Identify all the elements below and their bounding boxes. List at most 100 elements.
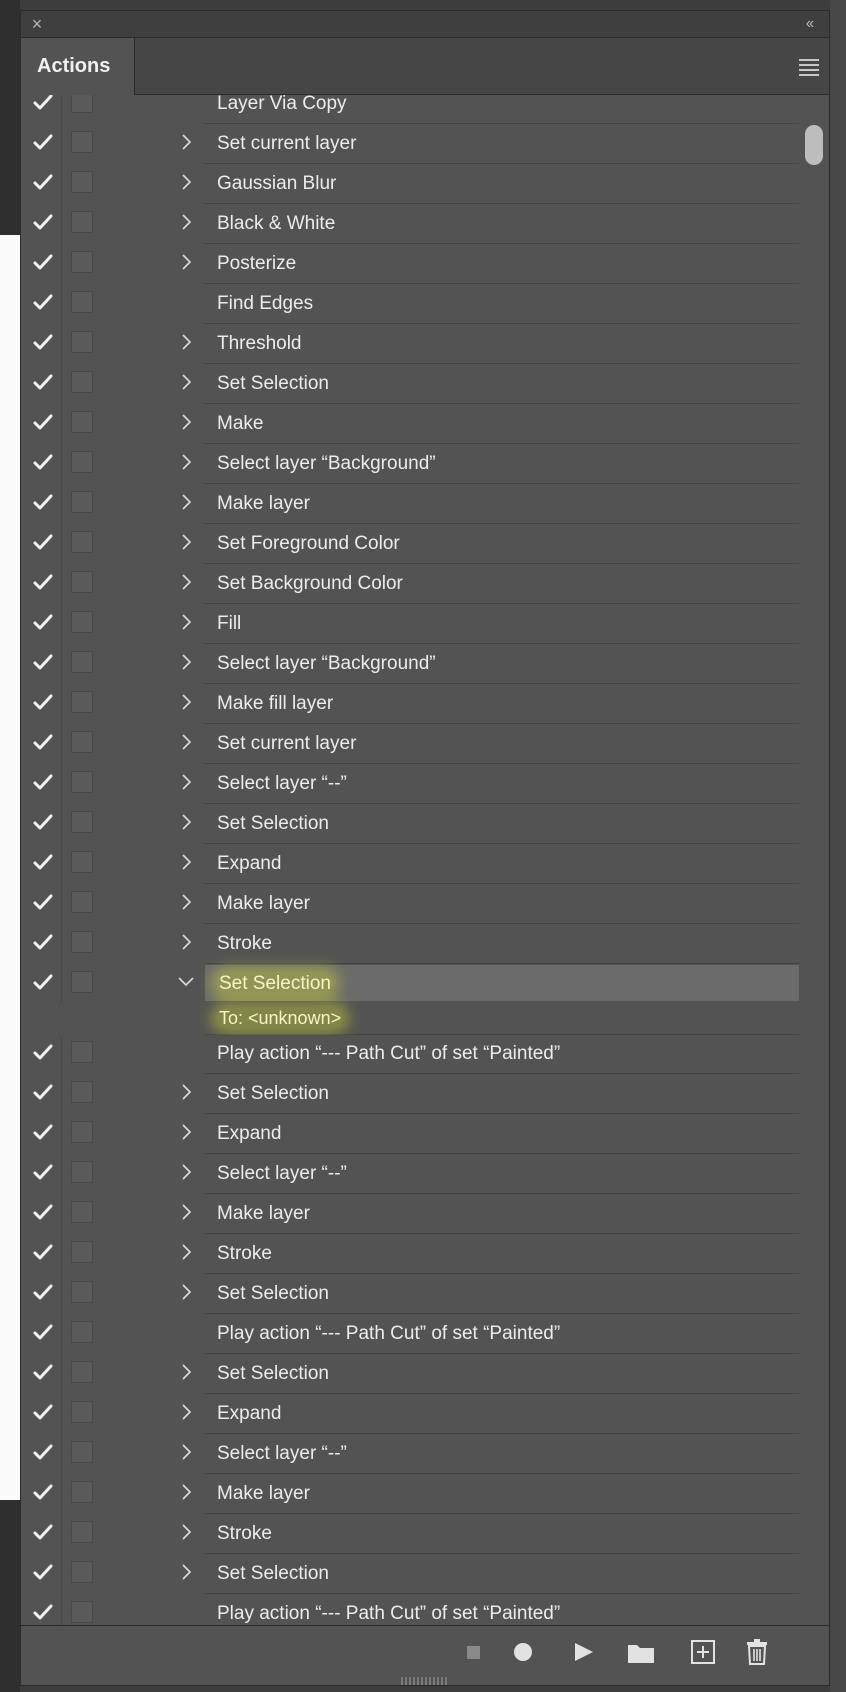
toggle-dialog-checkbox[interactable] [71, 1041, 93, 1063]
action-step-row[interactable]: Set Background Color [21, 565, 801, 605]
toggle-step-check-icon[interactable] [31, 850, 55, 874]
chevron-right-icon[interactable] [178, 1363, 194, 1381]
action-step-label[interactable]: Make layer [205, 485, 799, 524]
toggle-step-check-icon[interactable] [31, 1320, 55, 1344]
action-step-label[interactable]: Select layer “--” [205, 1435, 799, 1474]
action-step-label[interactable]: Select layer “Background” [205, 645, 799, 684]
record-icon[interactable] [509, 1638, 537, 1666]
chevron-right-icon[interactable] [178, 213, 194, 231]
action-step-row[interactable]: Select layer “Background” [21, 445, 801, 485]
action-step-row[interactable]: Set current layer [21, 725, 801, 765]
collapse-panel-icon[interactable]: ‹‹ [797, 14, 821, 34]
chevron-right-icon[interactable] [178, 1563, 194, 1581]
action-step-row[interactable]: Set Selection [21, 805, 801, 845]
toggle-dialog-checkbox[interactable] [71, 331, 93, 353]
toggle-step-check-icon[interactable] [31, 1360, 55, 1384]
toggle-step-check-icon[interactable] [31, 1560, 55, 1584]
action-step-row[interactable]: Set Selection [21, 1355, 801, 1395]
toggle-step-check-icon[interactable] [31, 490, 55, 514]
toggle-dialog-checkbox[interactable] [71, 691, 93, 713]
toggle-dialog-checkbox[interactable] [71, 1601, 93, 1623]
chevron-right-icon[interactable] [178, 893, 194, 911]
panel-menu-icon[interactable] [797, 54, 821, 78]
action-step-label[interactable]: Find Edges [205, 285, 799, 324]
action-step-label[interactable]: Select layer “Background” [205, 445, 799, 484]
toggle-step-check-icon[interactable] [31, 210, 55, 234]
action-step-row[interactable]: Select layer “--” [21, 1155, 801, 1195]
action-step-label[interactable]: Set Selection [205, 1075, 799, 1114]
scrollbar[interactable] [799, 95, 829, 1625]
stop-icon[interactable] [459, 1638, 487, 1666]
close-icon[interactable]: × [27, 14, 47, 34]
scroll-thumb[interactable] [805, 125, 823, 165]
toggle-step-check-icon[interactable] [31, 330, 55, 354]
chevron-right-icon[interactable] [178, 1403, 194, 1421]
toggle-dialog-checkbox[interactable] [71, 811, 93, 833]
panel-titlebar[interactable]: × ‹‹ [21, 11, 829, 38]
toggle-dialog-checkbox[interactable] [71, 891, 93, 913]
action-step-row[interactable]: Select layer “--” [21, 765, 801, 805]
toggle-step-check-icon[interactable] [31, 770, 55, 794]
toggle-step-check-icon[interactable] [31, 1040, 55, 1064]
chevron-right-icon[interactable] [178, 653, 194, 671]
action-step-row[interactable]: Make layer [21, 885, 801, 925]
chevron-right-icon[interactable] [178, 573, 194, 591]
toggle-dialog-checkbox[interactable] [71, 1481, 93, 1503]
toggle-step-check-icon[interactable] [31, 970, 55, 994]
chevron-right-icon[interactable] [178, 493, 194, 511]
toggle-dialog-checkbox[interactable] [71, 411, 93, 433]
toggle-step-check-icon[interactable] [31, 1400, 55, 1424]
action-step-label[interactable]: Posterize [205, 245, 799, 284]
toggle-step-check-icon[interactable] [31, 95, 55, 114]
toggle-dialog-checkbox[interactable] [71, 1201, 93, 1223]
action-step-row[interactable]: Set Selection [21, 365, 801, 405]
toggle-dialog-checkbox[interactable] [71, 1161, 93, 1183]
chevron-right-icon[interactable] [178, 1123, 194, 1141]
toggle-dialog-checkbox[interactable] [71, 1441, 93, 1463]
chevron-right-icon[interactable] [178, 1243, 194, 1261]
toggle-dialog-checkbox[interactable] [71, 95, 93, 113]
new-action-icon[interactable] [689, 1638, 717, 1666]
action-step-row[interactable]: Posterize [21, 245, 801, 285]
chevron-right-icon[interactable] [178, 1443, 194, 1461]
action-step-label[interactable]: Set Selection [205, 1555, 799, 1594]
chevron-right-icon[interactable] [178, 933, 194, 951]
toggle-dialog-checkbox[interactable] [71, 211, 93, 233]
action-step-row[interactable]: Threshold [21, 325, 801, 365]
toggle-step-check-icon[interactable] [31, 1600, 55, 1624]
toggle-step-check-icon[interactable] [31, 1440, 55, 1464]
action-step-label[interactable]: Play action “--- Path Cut” of set “Paint… [205, 1595, 799, 1625]
toggle-step-check-icon[interactable] [31, 1120, 55, 1144]
action-step-label[interactable]: Make layer [205, 1475, 799, 1514]
action-step-row[interactable]: Expand [21, 1115, 801, 1155]
action-step-label[interactable]: Set current layer [205, 725, 799, 764]
chevron-right-icon[interactable] [178, 453, 194, 471]
chevron-right-icon[interactable] [178, 813, 194, 831]
toggle-step-check-icon[interactable] [31, 890, 55, 914]
action-step-row[interactable]: Set Selection [21, 965, 801, 1005]
action-step-label[interactable]: Make [205, 405, 799, 444]
chevron-right-icon[interactable] [178, 1283, 194, 1301]
toggle-step-check-icon[interactable] [31, 250, 55, 274]
chevron-down-icon[interactable] [178, 973, 194, 991]
chevron-right-icon[interactable] [178, 253, 194, 271]
toggle-step-check-icon[interactable] [31, 610, 55, 634]
action-step-label[interactable]: Make fill layer [205, 685, 799, 724]
tab-actions[interactable]: Actions [21, 38, 135, 95]
toggle-dialog-checkbox[interactable] [71, 1081, 93, 1103]
trash-icon[interactable] [743, 1638, 771, 1666]
chevron-right-icon[interactable] [178, 333, 194, 351]
action-step-label[interactable]: Stroke [205, 1235, 799, 1274]
action-step-label[interactable]: Stroke [205, 925, 799, 964]
toggle-step-check-icon[interactable] [31, 130, 55, 154]
action-step-label[interactable]: Select layer “--” [205, 765, 799, 804]
toggle-step-check-icon[interactable] [31, 170, 55, 194]
action-step-row[interactable]: Expand [21, 1395, 801, 1435]
action-step-label[interactable]: Set Selection [205, 1355, 799, 1394]
toggle-dialog-checkbox[interactable] [71, 731, 93, 753]
action-step-label[interactable]: Expand [205, 1395, 799, 1434]
action-step-label[interactable]: Play action “--- Path Cut” of set “Paint… [205, 1035, 799, 1074]
toggle-dialog-checkbox[interactable] [71, 371, 93, 393]
play-icon[interactable] [569, 1638, 597, 1666]
toggle-dialog-checkbox[interactable] [71, 651, 93, 673]
